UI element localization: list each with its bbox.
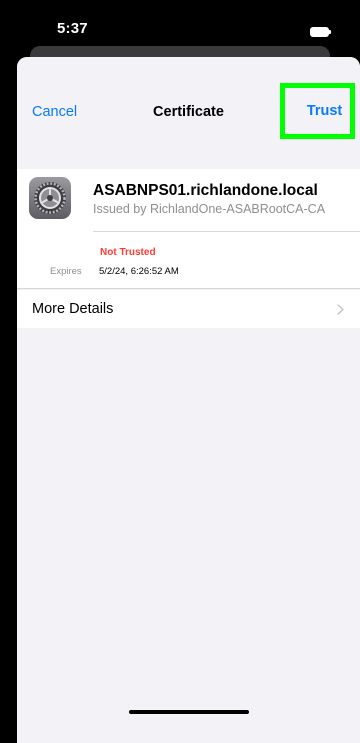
expires-value: 5/2/24, 6:26:52 AM bbox=[99, 266, 179, 277]
status-time: 5:37 bbox=[57, 20, 88, 37]
certificate-sheet: Cancel Certificate Trust ASABNPS01.richl… bbox=[17, 57, 360, 743]
home-indicator[interactable] bbox=[129, 710, 249, 714]
divider bbox=[93, 231, 360, 232]
certificate-issuer: Issued by RichlandOne-ASABRootCA-CA bbox=[93, 202, 326, 216]
certificate-card: ASABNPS01.richlandone.local Issued by Ri… bbox=[17, 169, 360, 289]
expires-label: Expires bbox=[50, 266, 82, 277]
screen: 5:37 Cancel Certificate Trust ASABNPS01.… bbox=[0, 0, 360, 743]
trust-button[interactable]: Trust bbox=[280, 83, 355, 139]
settings-gear-icon bbox=[29, 177, 71, 219]
certificate-name: ASABNPS01.richlandone.local bbox=[93, 182, 318, 199]
nav-bar: Cancel Certificate Trust bbox=[17, 57, 360, 169]
more-details-label: More Details bbox=[32, 301, 114, 317]
trust-button-label: Trust bbox=[306, 103, 343, 119]
chevron-right-icon bbox=[337, 304, 344, 315]
status-bar: 5:37 bbox=[0, 0, 360, 44]
trust-status: Not Trusted bbox=[100, 247, 156, 258]
divider bbox=[17, 288, 360, 289]
more-details-row[interactable]: More Details bbox=[17, 290, 360, 328]
battery-icon bbox=[310, 27, 331, 37]
